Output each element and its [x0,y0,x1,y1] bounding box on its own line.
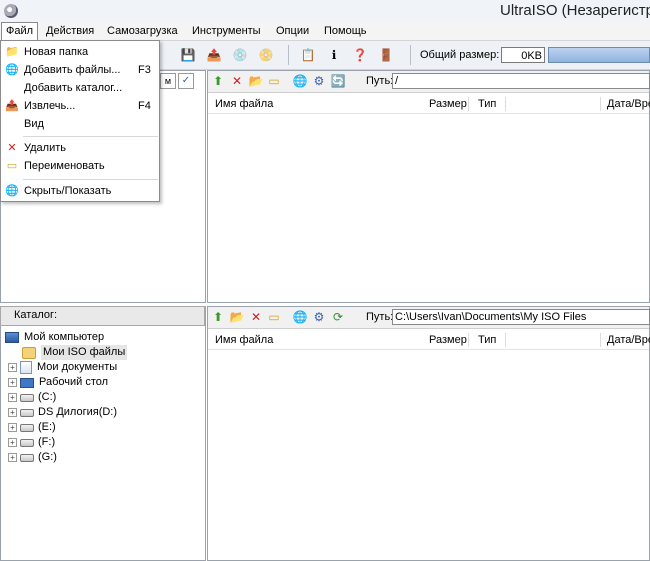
menu-item-rename[interactable]: ▭ Переименовать [1,157,159,175]
toggle-icon[interactable]: м [160,73,176,89]
delete-icon[interactable]: ✕ [229,73,245,89]
menu-help[interactable]: Помощь [320,23,371,39]
extract-icon[interactable]: 📤 [206,47,222,63]
catalog-label: Каталог: [14,309,58,321]
delete-icon[interactable]: ✕ [248,309,264,325]
iso-col-date[interactable]: Дата/Вре [607,95,650,113]
menu-separator [23,179,158,180]
tree-item-drive-d[interactable]: + DS Дилогия(D:) [8,405,117,420]
add-files-icon: 🌐 [5,64,19,76]
tree-item-desktop[interactable]: + Рабочий стол [8,375,108,390]
drive-icon [20,438,34,447]
local-col-filename[interactable]: Имя файла [215,331,273,349]
hide-show-icon: 🌐 [5,185,19,197]
expand-icon[interactable]: + [8,423,17,432]
settings-gear-icon[interactable]: ⚙ [311,309,327,325]
refresh-icon[interactable]: 🔄 [330,73,346,89]
tree-item-drive-c[interactable]: + (C:) [8,390,56,405]
documents-icon [20,361,32,374]
mount-icon[interactable]: 📀 [258,47,274,63]
settings-gear-icon[interactable]: ⚙ [311,73,327,89]
local-col-type[interactable]: Тип [478,331,496,349]
expand-icon[interactable]: + [8,393,17,402]
up-arrow-icon[interactable]: ⬆ [210,73,226,89]
toolbar-separator [410,45,411,65]
total-size-value: 0KB [501,47,545,63]
rename-icon: ▭ [6,160,18,172]
menu-item-add-folder[interactable]: Добавить каталог... [1,79,159,97]
menu-file[interactable]: Файл [1,22,39,41]
menu-item-delete[interactable]: ✕ Удалить [1,139,159,157]
expand-icon[interactable]: + [8,453,17,462]
menu-bar: Файл Действия Самозагрузка Инструменты О… [0,22,650,41]
iso-path-field[interactable]: / [392,73,650,89]
expand-icon[interactable]: + [8,378,17,387]
drive-icon [20,423,34,432]
check-icon[interactable]: ✓ [178,73,194,89]
cdrom-icon [20,408,34,417]
menu-item-hide-show[interactable]: 🌐 Скрыть/Показать [1,182,159,200]
menu-options[interactable]: Опции [272,23,313,39]
new-folder-icon[interactable]: 📂 [229,309,245,325]
tree-item-drive-f[interactable]: + (F:) [8,435,55,450]
local-path-field[interactable]: C:\Users\Ivan\Documents\My ISO Files [392,309,650,325]
total-size-label: Общий размер: [420,49,500,61]
globe-icon[interactable]: 🌐 [292,73,308,89]
new-folder-icon[interactable]: 📂 [248,73,264,89]
menu-item-add-files[interactable]: 🌐 Добавить файлы... F3 [1,61,159,79]
tree-item-my-computer[interactable]: Мой компьютер [5,330,104,345]
size-progress-bar [548,47,650,63]
tree-item-iso-files[interactable]: Мои ISO файлы [22,345,128,360]
local-path-label: Путь: [366,311,394,323]
app-logo-icon[interactable] [4,4,18,18]
local-col-date[interactable]: Дата/Вре [607,331,650,349]
up-arrow-icon[interactable]: ⬆ [210,309,226,325]
new-folder-icon: 📁 [5,46,19,58]
menu-bootable[interactable]: Самозагрузка [103,23,182,39]
menu-separator [23,136,158,137]
save-icon[interactable]: 💾 [180,47,196,63]
menu-actions[interactable]: Действия [42,23,98,39]
rename-icon[interactable]: ▭ [266,73,282,89]
menu-item-view[interactable]: Вид [1,115,159,133]
iso-path-label: Путь: [366,75,394,87]
refresh-icon[interactable]: ⟳ [330,309,346,325]
drive-icon [20,393,34,402]
exit-icon[interactable]: 🚪 [378,47,394,63]
menu-item-new-folder[interactable]: 📁 Новая папка [1,43,159,61]
menu-tools[interactable]: Инструменты [188,23,265,39]
help-icon[interactable]: ❓ [352,47,368,63]
toolbar-separator [288,45,289,65]
menu-item-extract[interactable]: 📤 Извлечь... F4 [1,97,159,115]
expand-icon[interactable]: + [8,363,17,372]
tree-item-documents[interactable]: + Мои документы [8,360,117,375]
properties-icon[interactable]: 📋 [300,47,316,63]
local-col-size[interactable]: Размер [429,331,467,349]
iso-col-size[interactable]: Размер [429,95,467,113]
info-icon[interactable]: ℹ [326,47,342,63]
burn-cd-icon[interactable]: 💿 [232,47,248,63]
drive-icon [20,453,34,462]
expand-icon[interactable]: + [8,408,17,417]
window-title: UltraISO (Незарегистр [500,2,650,19]
iso-col-filename[interactable]: Имя файла [215,95,273,113]
file-menu-dropdown: 📁 Новая папка 🌐 Добавить файлы... F3 Доб… [0,40,160,202]
extract-icon: 📤 [5,100,19,112]
iso-col-type[interactable]: Тип [478,95,496,113]
rename-icon[interactable]: ▭ [266,309,282,325]
globe-icon[interactable]: 🌐 [292,309,308,325]
expand-icon[interactable]: + [8,438,17,447]
desktop-icon [20,377,34,388]
computer-icon [5,332,19,343]
iso-folder-icon [22,346,36,359]
tree-item-drive-e[interactable]: + (E:) [8,420,56,435]
tree-item-drive-g[interactable]: + (G:) [8,450,57,465]
delete-icon: ✕ [7,142,17,154]
